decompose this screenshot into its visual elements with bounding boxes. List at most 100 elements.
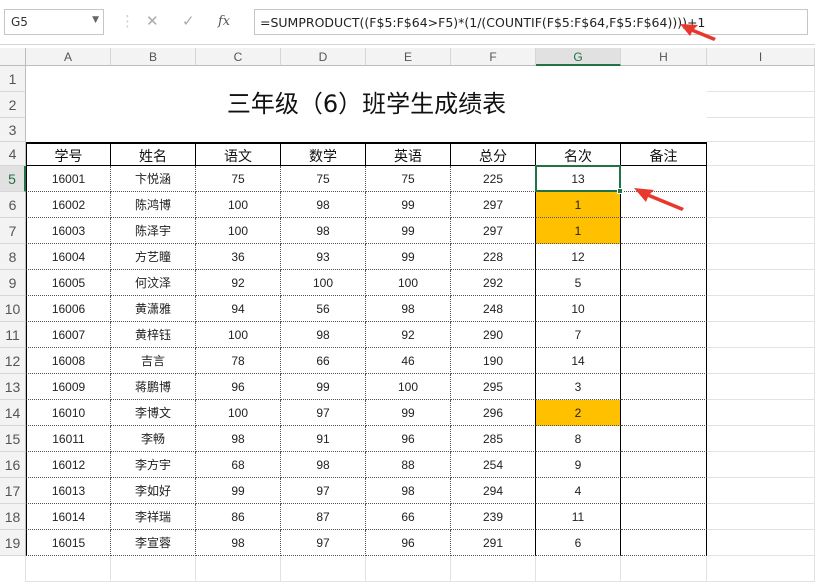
table-cell[interactable]: 225 <box>451 166 536 192</box>
table-cell[interactable]: 16015 <box>26 530 111 556</box>
fill-handle[interactable] <box>617 188 623 194</box>
row-header[interactable]: 5 <box>0 166 26 192</box>
table-cell[interactable]: 98 <box>366 296 451 322</box>
table-cell[interactable]: 75 <box>281 166 366 192</box>
column-header-label[interactable]: 学号 <box>26 142 111 166</box>
table-cell[interactable]: 88 <box>366 452 451 478</box>
table-cell[interactable]: 99 <box>366 400 451 426</box>
table-cell[interactable]: 100 <box>196 192 281 218</box>
table-cell[interactable]: 蒋鹏博 <box>111 374 196 400</box>
column-header[interactable]: H <box>621 48 707 66</box>
table-cell[interactable]: 陈泽宇 <box>111 218 196 244</box>
table-cell[interactable]: 10 <box>536 296 621 322</box>
table-cell[interactable]: 86 <box>196 504 281 530</box>
table-cell[interactable]: 100 <box>281 270 366 296</box>
table-cell[interactable]: 66 <box>366 504 451 530</box>
table-cell[interactable]: 99 <box>281 374 366 400</box>
row-header[interactable]: 11 <box>0 322 26 348</box>
table-cell[interactable]: 68 <box>196 452 281 478</box>
table-cell[interactable] <box>621 348 707 374</box>
table-cell[interactable]: 黄梓钰 <box>111 322 196 348</box>
table-cell[interactable]: 99 <box>366 218 451 244</box>
column-header[interactable]: E <box>366 48 451 66</box>
row-header[interactable]: 13 <box>0 374 26 400</box>
row-header[interactable]: 8 <box>0 244 26 270</box>
column-header-label[interactable]: 名次 <box>536 142 621 166</box>
table-cell[interactable] <box>621 452 707 478</box>
table-cell[interactable]: 75 <box>196 166 281 192</box>
table-cell[interactable]: 16010 <box>26 400 111 426</box>
table-cell[interactable]: 李宣蓉 <box>111 530 196 556</box>
table-cell[interactable]: 297 <box>451 218 536 244</box>
table-cell[interactable]: 291 <box>451 530 536 556</box>
table-cell[interactable]: 陈鸿博 <box>111 192 196 218</box>
column-header[interactable]: G <box>536 48 621 66</box>
table-cell[interactable]: 李畅 <box>111 426 196 452</box>
table-cell[interactable]: 16001 <box>26 166 111 192</box>
column-header-label[interactable]: 总分 <box>451 142 536 166</box>
select-all-corner[interactable] <box>0 48 26 66</box>
table-cell[interactable]: 46 <box>366 348 451 374</box>
table-cell[interactable] <box>621 400 707 426</box>
table-cell[interactable]: 91 <box>281 426 366 452</box>
column-header[interactable]: B <box>111 48 196 66</box>
table-cell[interactable]: 97 <box>281 400 366 426</box>
table-cell[interactable]: 239 <box>451 504 536 530</box>
table-cell[interactable]: 16011 <box>26 426 111 452</box>
table-cell[interactable]: 方艺瞳 <box>111 244 196 270</box>
row-header[interactable]: 4 <box>0 142 26 166</box>
table-cell[interactable]: 190 <box>451 348 536 374</box>
table-cell[interactable] <box>621 270 707 296</box>
table-cell[interactable]: 297 <box>451 192 536 218</box>
table-cell[interactable]: 4 <box>536 478 621 504</box>
table-cell[interactable]: 285 <box>451 426 536 452</box>
table-cell[interactable]: 7 <box>536 322 621 348</box>
table-cell[interactable]: 96 <box>366 426 451 452</box>
column-header[interactable]: A <box>26 48 111 66</box>
column-header-label[interactable]: 英语 <box>366 142 451 166</box>
column-header-label[interactable]: 备注 <box>621 142 707 166</box>
table-cell[interactable]: 99 <box>196 478 281 504</box>
row-header[interactable]: 16 <box>0 452 26 478</box>
table-cell[interactable]: 98 <box>281 218 366 244</box>
table-cell[interactable]: 36 <box>196 244 281 270</box>
table-cell[interactable]: 98 <box>281 192 366 218</box>
table-cell[interactable] <box>621 218 707 244</box>
table-cell[interactable]: 100 <box>366 374 451 400</box>
table-cell[interactable]: 97 <box>281 478 366 504</box>
table-cell[interactable]: 16013 <box>26 478 111 504</box>
column-header-label[interactable]: 语文 <box>196 142 281 166</box>
table-cell[interactable]: 2 <box>536 400 621 426</box>
row-header[interactable]: 9 <box>0 270 26 296</box>
table-cell[interactable]: 98 <box>281 452 366 478</box>
table-cell[interactable]: 16002 <box>26 192 111 218</box>
table-cell[interactable]: 黄潇雅 <box>111 296 196 322</box>
table-cell[interactable]: 99 <box>366 244 451 270</box>
table-cell[interactable]: 16012 <box>26 452 111 478</box>
insert-function-icon[interactable]: fx <box>218 14 230 29</box>
table-cell[interactable] <box>621 296 707 322</box>
table-cell[interactable]: 16006 <box>26 296 111 322</box>
table-cell[interactable]: 李方宇 <box>111 452 196 478</box>
formula-input[interactable]: =SUMPRODUCT((F$5:F$64>F5)*(1/(COUNTIF(F$… <box>254 9 808 35</box>
table-cell[interactable]: 228 <box>451 244 536 270</box>
row-header[interactable]: 10 <box>0 296 26 322</box>
table-cell[interactable]: 11 <box>536 504 621 530</box>
row-header[interactable]: 17 <box>0 478 26 504</box>
row-header[interactable]: 7 <box>0 218 26 244</box>
table-cell[interactable]: 87 <box>281 504 366 530</box>
table-cell[interactable]: 卞悦涵 <box>111 166 196 192</box>
table-cell[interactable]: 75 <box>366 166 451 192</box>
table-cell[interactable]: 78 <box>196 348 281 374</box>
column-header[interactable]: F <box>451 48 536 66</box>
table-cell[interactable] <box>621 244 707 270</box>
table-cell[interactable]: 66 <box>281 348 366 374</box>
table-cell[interactable]: 8 <box>536 426 621 452</box>
column-header[interactable]: D <box>281 48 366 66</box>
table-cell[interactable]: 14 <box>536 348 621 374</box>
column-header[interactable]: I <box>707 48 815 66</box>
table-cell[interactable]: 92 <box>196 270 281 296</box>
table-cell[interactable]: 5 <box>536 270 621 296</box>
chevron-down-icon[interactable]: ▼ <box>92 15 99 25</box>
table-cell[interactable] <box>621 374 707 400</box>
